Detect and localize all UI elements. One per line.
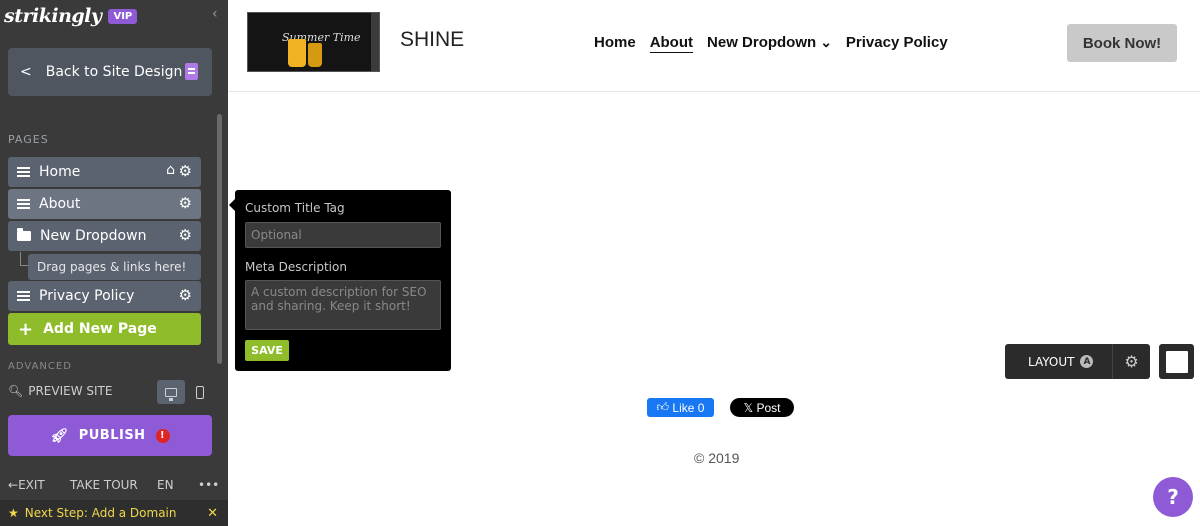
site-logo-image[interactable]: Summer Time <box>247 12 380 72</box>
tree-connector <box>20 252 28 266</box>
save-button[interactable]: SAVE <box>245 340 289 361</box>
document-icon <box>185 63 198 80</box>
add-new-page-button[interactable]: + Add New Page <box>8 313 201 345</box>
facebook-like-button[interactable]: 👍︎ Like 0 <box>647 398 714 417</box>
x-post-button[interactable]: 𝕏 Post <box>730 398 794 417</box>
custom-title-label: Custom Title Tag <box>245 201 345 215</box>
gear-icon[interactable]: ⚙ <box>179 194 192 212</box>
plus-icon: + <box>18 318 34 340</box>
site-header: Summer Time SHINE Home About New Dropdow… <box>228 0 1200 92</box>
image-edge <box>371 13 379 71</box>
folder-icon <box>17 228 31 241</box>
drag-handle-icon[interactable] <box>17 199 30 209</box>
custom-title-input[interactable] <box>245 222 441 248</box>
pages-section-label: PAGES <box>8 133 49 146</box>
exit-label: EXIT <box>18 478 45 492</box>
thumbs-up-icon: 👍︎ <box>656 400 673 414</box>
publish-button[interactable]: 🚀︎ PUBLISH ! <box>8 415 212 456</box>
more-options-icon[interactable]: ••• <box>198 478 219 492</box>
vip-badge: VIP <box>108 8 138 24</box>
chevron-left-icon: < <box>20 64 32 80</box>
page-label: New Dropdown <box>40 228 147 244</box>
desktop-icon <box>165 387 177 401</box>
sidebar-bottom-bar: ← EXIT TAKE TOUR EN ••• <box>0 474 228 496</box>
layout-badge: A <box>1080 355 1094 368</box>
sidebar-page-home[interactable]: Home ⌂ ⚙ <box>8 157 201 187</box>
exit-link[interactable]: ← EXIT <box>8 478 45 492</box>
help-button[interactable]: ? <box>1153 477 1193 517</box>
drag-pages-hint: Drag pages & links here! <box>28 254 201 280</box>
star-icon: ★ <box>8 506 19 520</box>
fb-like-label: Like 0 <box>672 400 705 415</box>
language-selector[interactable]: EN <box>157 478 174 492</box>
layout-control[interactable]: LAYOUT A ⚙ <box>1005 344 1150 379</box>
strikingly-logo: strikingly <box>4 5 102 27</box>
page-seo-popover: Custom Title Tag Meta Description SAVE <box>229 190 451 371</box>
nav-about[interactable]: About <box>649 34 694 53</box>
square-icon <box>1165 350 1188 373</box>
home-icon: ⌂ <box>166 162 175 178</box>
drink-graphic <box>308 43 322 67</box>
page-label: About <box>39 196 81 212</box>
back-to-site-design-button[interactable]: < Back to Site Design <box>8 48 212 96</box>
publish-label: PUBLISH <box>78 428 146 443</box>
mobile-preview-button[interactable] <box>186 380 214 404</box>
x-logo-icon: 𝕏 <box>743 400 757 415</box>
add-page-label: Add New Page <box>43 321 157 337</box>
collapse-sidebar-icon[interactable]: ‹ <box>212 6 218 22</box>
gear-icon[interactable]: ⚙ <box>179 226 192 244</box>
sidebar-page-about[interactable]: About ⚙ <box>8 189 201 219</box>
layout-label: LAYOUT <box>1028 354 1075 369</box>
page-label: Home <box>39 164 81 180</box>
next-step-label: Next Step: Add a Domain <box>24 506 177 520</box>
gear-icon[interactable]: ⚙ <box>179 286 192 304</box>
site-brand-title[interactable]: SHINE <box>400 28 464 52</box>
sidebar-page-new-dropdown[interactable]: New Dropdown ⚙ <box>8 221 201 251</box>
close-icon[interactable]: ✕ <box>207 506 218 521</box>
advanced-toggle[interactable]: ADVANCED <box>8 361 72 369</box>
meta-description-input[interactable] <box>245 280 441 330</box>
nav-home[interactable]: Home <box>594 34 636 53</box>
desktop-preview-button[interactable] <box>157 380 185 404</box>
nav-privacy-policy[interactable]: Privacy Policy <box>846 34 948 53</box>
drag-handle-icon[interactable] <box>17 167 30 177</box>
take-tour-link[interactable]: TAKE TOUR <box>70 478 138 492</box>
rocket-icon: 🚀︎ <box>50 427 69 444</box>
drink-graphic <box>288 39 306 67</box>
sidebar-scrollbar[interactable] <box>217 114 222 364</box>
page-label: Privacy Policy <box>39 288 135 304</box>
gear-icon[interactable]: ⚙ <box>179 162 192 180</box>
section-style-button[interactable] <box>1159 344 1194 379</box>
sidebar-page-privacy-policy[interactable]: Privacy Policy ⚙ <box>8 281 201 311</box>
drag-handle-icon[interactable] <box>17 291 30 301</box>
book-now-button[interactable]: Book Now! <box>1067 24 1177 62</box>
sidebar-top: strikingly VIP <box>0 0 228 32</box>
advanced-label: ADVANCED <box>8 361 72 369</box>
preview-site-link[interactable]: 🔍︎ PREVIEW SITE <box>8 384 112 398</box>
back-label: Back to Site Design <box>45 64 183 80</box>
editor-sidebar: strikingly VIP ‹ < Back to Site Design P… <box>0 0 228 526</box>
mobile-icon <box>196 385 204 399</box>
search-icon: 🔍︎ <box>8 384 24 398</box>
meta-description-label: Meta Description <box>245 260 347 274</box>
copyright-text: © 2019 <box>694 450 740 466</box>
preview-label: PREVIEW SITE <box>28 384 113 398</box>
gear-icon[interactable]: ⚙ <box>1113 352 1150 371</box>
layout-button[interactable]: LAYOUT A <box>1005 344 1113 379</box>
nav-new-dropdown[interactable]: New Dropdown <box>707 34 832 53</box>
site-nav: Home About New Dropdown Privacy Policy <box>594 34 948 53</box>
alert-badge: ! <box>155 428 170 443</box>
x-post-label: Post <box>756 400 781 415</box>
next-step-banner[interactable]: ★ Next Step: Add a Domain ✕ <box>0 500 228 526</box>
